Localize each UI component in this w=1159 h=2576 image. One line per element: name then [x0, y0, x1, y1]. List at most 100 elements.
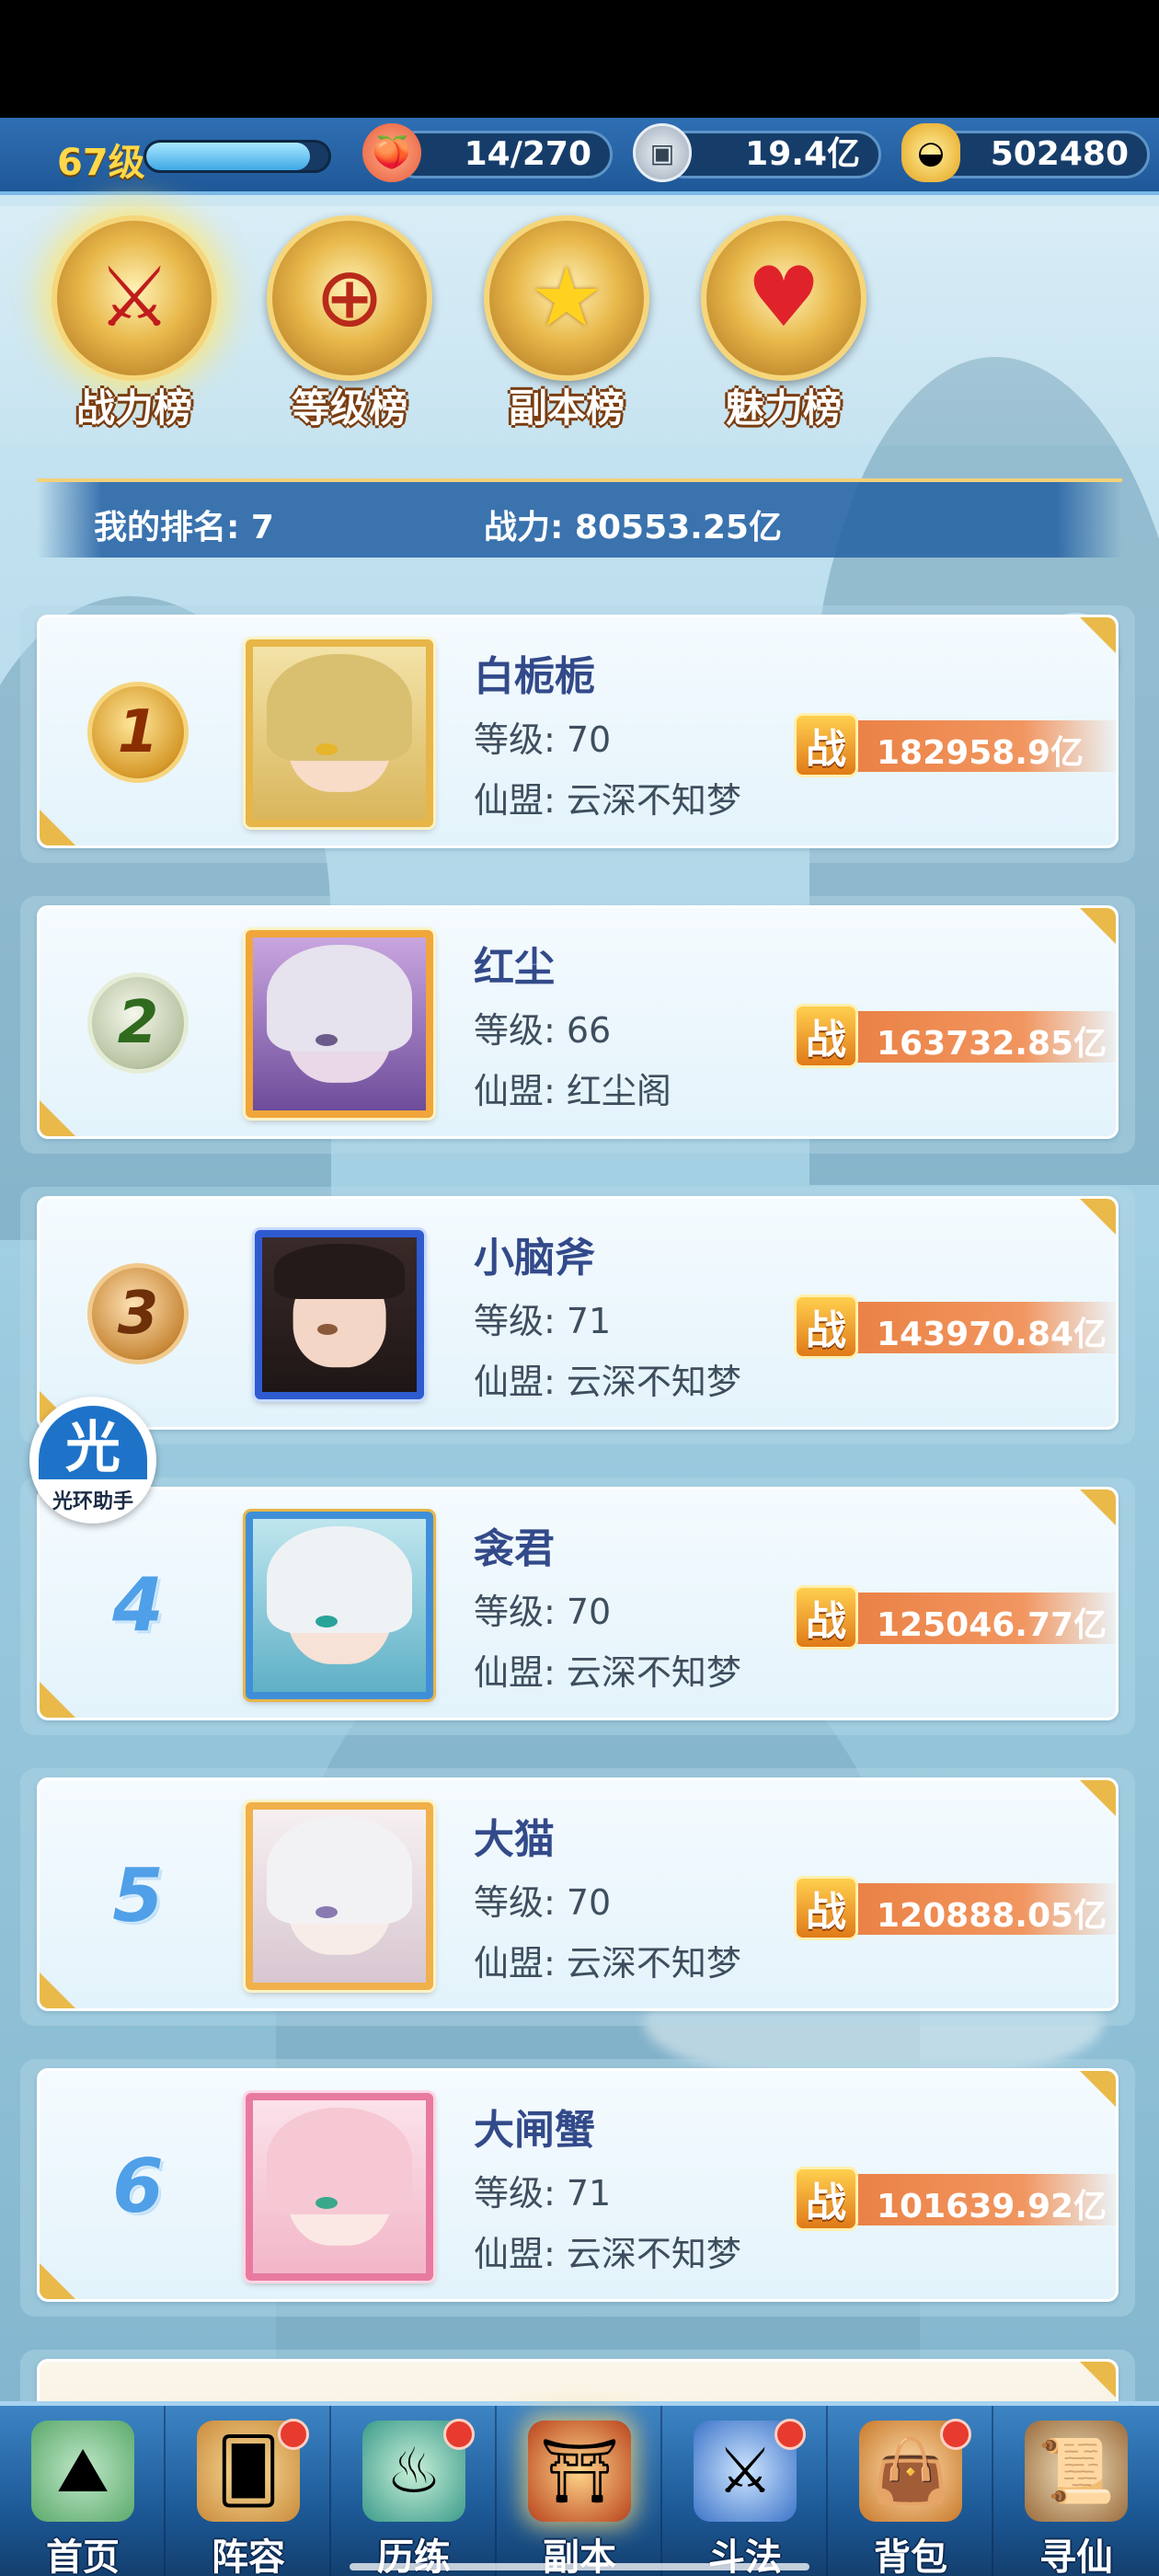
battle-power-icon: 战 — [794, 713, 858, 777]
avatar[interactable] — [246, 1512, 433, 1699]
tab-label: 战力榜 — [75, 385, 192, 431]
gold-corner-ornament — [1051, 2071, 1116, 2124]
power-value: 101639.92亿 — [877, 2188, 1107, 2225]
player-name: 红尘 — [474, 944, 555, 991]
tab-label: 魅力榜 — [725, 385, 842, 431]
rank-number: 3 — [117, 1280, 159, 1348]
stamina-pill[interactable]: 14/270 — [392, 131, 613, 178]
stamina-value: 14/270 — [464, 135, 591, 173]
home-indicator — [350, 2563, 809, 2570]
nav-home[interactable]: ⛰ 首页 — [0, 2406, 166, 2576]
gold-corner-ornament — [40, 1664, 104, 1718]
power-value: 125046.77亿 — [877, 1606, 1107, 1644]
avatar[interactable] — [246, 1802, 433, 1990]
player-card: 2 红尘 等级: 66 仙盟: 红尘阁 战 163732.85亿 — [37, 905, 1121, 1139]
table-row[interactable]: 5 大猫 等级: 70 仙盟: 云深不知梦 战 120888.05亿 — [20, 1768, 1135, 2026]
mountain-home-icon: ⛰ — [31, 2421, 134, 2522]
table-row[interactable]: 2 红尘 等级: 66 仙盟: 红尘阁 战 163732.85亿 — [20, 896, 1135, 1154]
battle-power-icon: 战 — [794, 2167, 858, 2231]
rank-medal-bronze-icon: 3 — [87, 1263, 189, 1364]
floating-helper-button[interactable]: 光 光环助手 — [29, 1397, 156, 1524]
player-guild: 仙盟: 红尘阁 — [474, 1071, 671, 1111]
resource-bar: 67级 14/270 🍑 19.4亿 ▣ 502480 ◒ — [0, 118, 1159, 195]
avatar[interactable] — [255, 1230, 424, 1399]
gold-pill[interactable]: 502480 — [929, 131, 1150, 178]
battle-power-icon: 战 — [794, 1294, 858, 1359]
tab-dungeon-ranking[interactable]: ★ 副本榜 — [467, 215, 666, 431]
nav-label: 阵容 — [212, 2536, 285, 2576]
power-tag: 战 125046.77亿 — [794, 1585, 1121, 1650]
power-value: 120888.05亿 — [877, 1897, 1107, 1935]
scroll-icon: 📜 — [1025, 2421, 1128, 2522]
status-bar — [0, 0, 1159, 118]
star-emblem-icon: ★ — [484, 215, 649, 381]
power-tag: 战 101639.92亿 — [794, 2167, 1121, 2231]
table-row[interactable]: 4 衾君 等级: 70 仙盟: 云深不知梦 战 125046.77亿 — [20, 1478, 1135, 1735]
player-guild: 仙盟: 云深不知梦 — [474, 780, 741, 821]
silver-pill[interactable]: 19.4亿 — [660, 131, 881, 178]
rank-number: 4 — [112, 1561, 164, 1648]
nav-training[interactable]: ♨ 历练 — [331, 2406, 497, 2576]
gold-corner-ornament — [1051, 908, 1116, 961]
player-guild: 仙盟: 云深不知梦 — [474, 1943, 741, 1984]
player-name: 白栀栀 — [474, 653, 595, 700]
player-name: 小脑斧 — [474, 1235, 595, 1282]
table-row[interactable]: 3 小脑斧 等级: 71 仙盟: 云深不知梦 战 143970.84亿 — [20, 1187, 1135, 1444]
nav-duel[interactable]: ⚔ 斗法 — [662, 2406, 828, 2576]
nav-lineup[interactable]: 🂠 阵容 — [166, 2406, 331, 2576]
nav-label: 首页 — [46, 2536, 120, 2576]
gold-corner-ornament — [40, 2246, 104, 2299]
table-row[interactable]: 1 白栀栀 等级: 70 仙盟: 云深不知梦 战 182958.9亿 — [20, 605, 1135, 863]
gold-corner-ornament — [40, 792, 104, 845]
rank-number-badge: 6 — [87, 2135, 189, 2237]
helper-logo-icon: 光 — [39, 1406, 147, 1480]
ranking-tabs: ⚔ 战力榜 ⊕ 等级榜 ★ 副本榜 ♥ 魅力榜 — [0, 206, 1159, 445]
player-card: 4 衾君 等级: 70 仙盟: 云深不知梦 战 125046.77亿 — [37, 1487, 1121, 1720]
notification-dot — [443, 2419, 475, 2450]
player-card: 1 白栀栀 等级: 70 仙盟: 云深不知梦 战 182958.9亿 — [37, 615, 1121, 848]
tab-label: 等级榜 — [291, 385, 407, 431]
drum-emblem-icon: ⊕ — [267, 215, 432, 381]
player-level: 等级: 70 — [474, 719, 612, 760]
gold-corner-ornament — [1051, 617, 1116, 671]
notification-dot — [278, 2419, 309, 2450]
battle-power-icon: 战 — [794, 1585, 858, 1650]
power-tag: 战 120888.05亿 — [794, 1876, 1121, 1940]
bottom-nav: ⛰ 首页 🂠 阵容 ♨ 历练 ⛩ 副本 ⚔ 斗法 👜 背包 📜 寻仙 — [0, 2401, 1159, 2576]
avatar[interactable] — [246, 930, 433, 1118]
avatar[interactable] — [246, 639, 433, 827]
my-power: 战力: 80553.25亿 — [484, 509, 782, 546]
gold-corner-ornament — [1051, 1780, 1116, 1834]
player-card: 3 小脑斧 等级: 71 仙盟: 云深不知梦 战 143970.84亿 — [37, 1196, 1121, 1430]
leaderboard-screen: 67级 14/270 🍑 19.4亿 ▣ 502480 ◒ ⚔ 战力榜 ⊕ 等级… — [0, 118, 1159, 2576]
my-rank-bar: 我的排名: 7 战力: 80553.25亿 — [37, 478, 1122, 558]
nav-label: 背包 — [874, 2536, 947, 2576]
nav-seek-immortal[interactable]: 📜 寻仙 — [993, 2406, 1159, 2576]
rank-number-badge: 5 — [87, 1845, 189, 1946]
player-level: 等级: 70 — [474, 1592, 612, 1632]
power-value: 143970.84亿 — [877, 1316, 1107, 1353]
nav-dungeon[interactable]: ⛩ 副本 — [497, 2406, 662, 2576]
player-card: 5 大猫 等级: 70 仙盟: 云深不知梦 战 120888.05亿 — [37, 1777, 1121, 2011]
avatar[interactable] — [246, 2093, 433, 2281]
notification-dot — [775, 2419, 806, 2450]
my-rank: 我的排名: 7 — [94, 509, 274, 546]
nav-bag[interactable]: 👜 背包 — [828, 2406, 993, 2576]
tab-charm-ranking[interactable]: ♥ 魅力榜 — [684, 215, 883, 431]
rank-medal-gold-icon: 1 — [87, 682, 189, 783]
tab-level-ranking[interactable]: ⊕ 等级榜 — [250, 215, 449, 431]
gold-corner-ornament — [1051, 1199, 1116, 1252]
tab-power-ranking[interactable]: ⚔ 战力榜 — [35, 215, 234, 431]
rank-number: 5 — [112, 1852, 164, 1938]
heart-emblem-icon: ♥ — [701, 215, 866, 381]
helper-label: 光环助手 — [52, 1490, 133, 1513]
gold-corner-ornament — [40, 1083, 104, 1136]
power-tag: 战 163732.85亿 — [794, 1004, 1121, 1068]
rank-number: 2 — [117, 989, 159, 1057]
player-card: 6 大闸蟹 等级: 71 仙盟: 云深不知梦 战 101639.92亿 — [37, 2068, 1121, 2302]
power-tag: 战 143970.84亿 — [794, 1294, 1121, 1359]
player-guild: 仙盟: 云深不知梦 — [474, 2234, 741, 2274]
gold-corner-ornament — [1051, 1489, 1116, 1543]
table-row[interactable]: 6 大闸蟹 等级: 71 仙盟: 云深不知梦 战 101639.92亿 — [20, 2059, 1135, 2317]
power-tag: 战 182958.9亿 — [794, 713, 1121, 777]
